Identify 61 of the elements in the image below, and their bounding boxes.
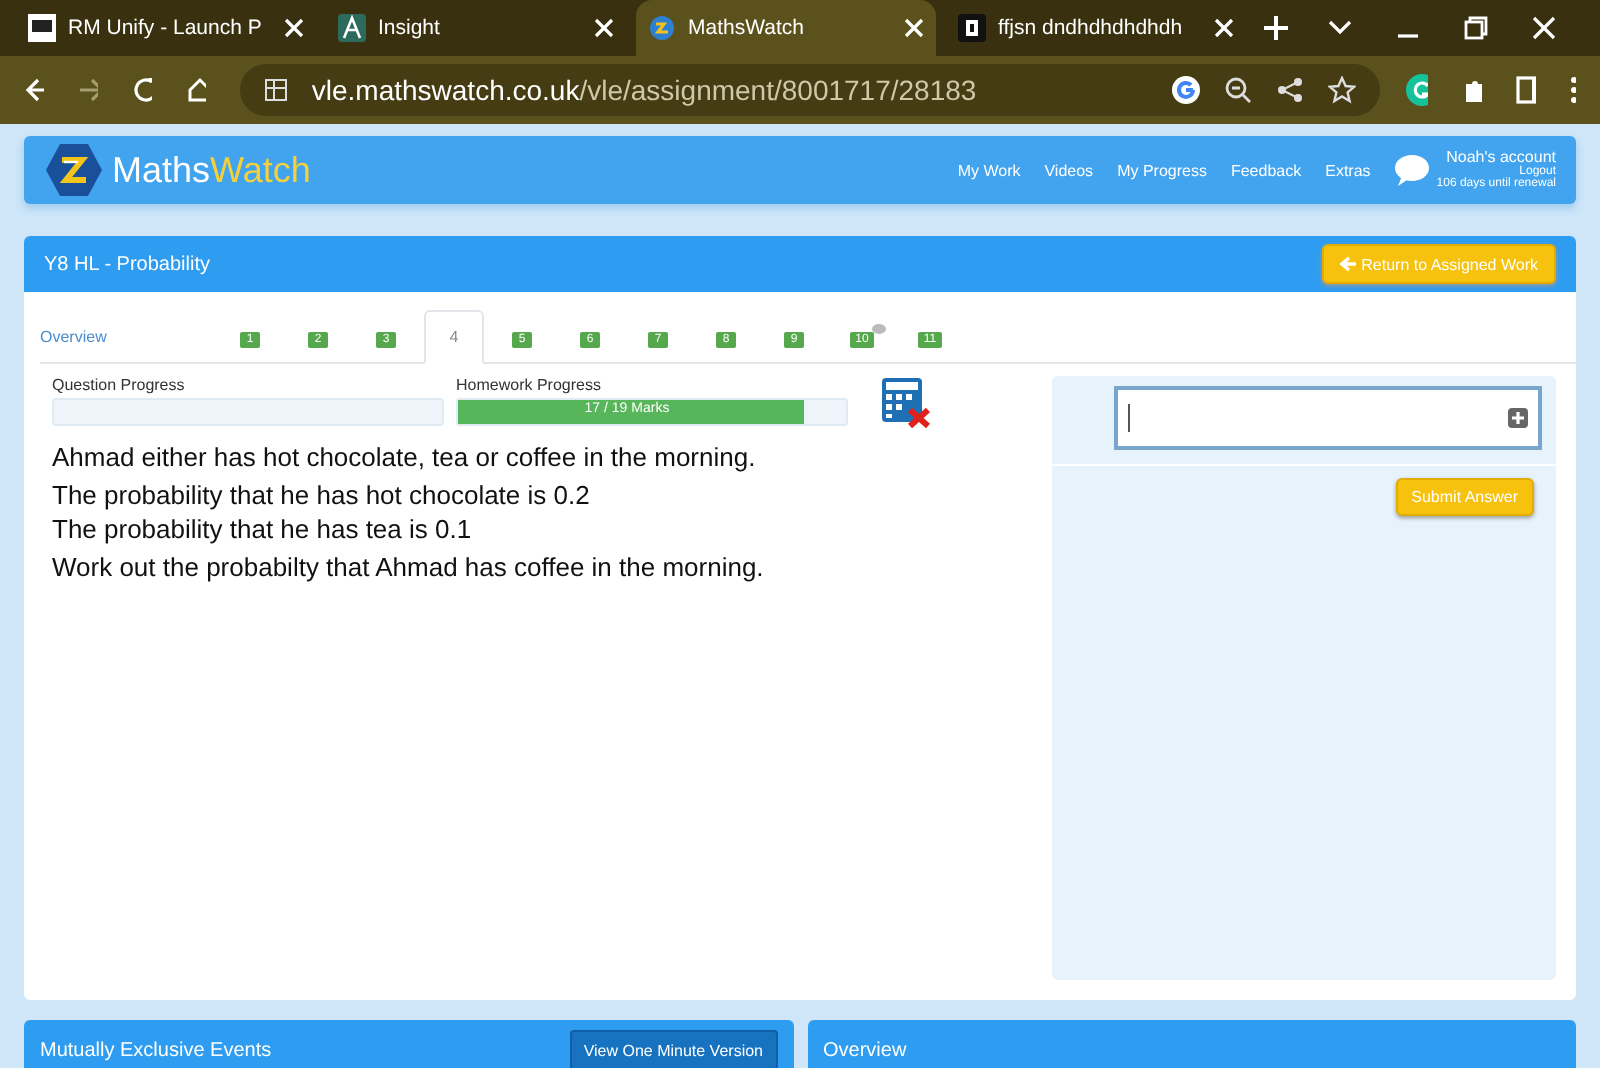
tab-title: Insight <box>378 16 442 40</box>
nav-link[interactable]: My Progress <box>1117 161 1207 179</box>
forward-arrow-icon[interactable] <box>77 76 98 104</box>
nav-link[interactable]: Feedback <box>1230 161 1302 179</box>
panel-title: Mutually Exclusive Events <box>40 1039 272 1061</box>
side-panel-icon[interactable] <box>1516 76 1537 104</box>
favicon-icon <box>28 14 56 42</box>
close-icon[interactable] <box>1214 18 1234 38</box>
close-icon[interactable] <box>594 18 614 38</box>
star-icon[interactable] <box>1327 76 1356 104</box>
tab-title: MathsWatch <box>688 16 806 40</box>
overview-tab[interactable]: Overview <box>40 312 107 362</box>
browser-tab[interactable]: RM Unify - Launch P <box>16 0 316 56</box>
panel-title: Overview <box>823 1039 907 1061</box>
left-arrow-icon <box>1339 256 1356 272</box>
return-button[interactable]: Return to Assigned Work <box>1321 244 1556 284</box>
nav-link[interactable]: Extras <box>1325 161 1371 179</box>
logo-text: MathsWatch <box>112 149 311 191</box>
close-icon[interactable] <box>904 18 924 38</box>
tab-title: RM Unify - Launch P <box>68 16 264 40</box>
browser-tab[interactable]: MathsWatch <box>636 0 936 56</box>
address-bar[interactable]: vle.mathswatch.co.uk/vle/assignment/8001717/28183 <box>239 64 1380 116</box>
calculator-icon[interactable] <box>880 376 932 428</box>
chevron-down-icon[interactable] <box>1328 20 1352 36</box>
nav-link[interactable]: Videos <box>1044 161 1094 179</box>
video-button[interactable]: View One Minute Version <box>569 1030 777 1068</box>
logo-icon <box>44 142 104 198</box>
zoom-out-icon[interactable] <box>1223 76 1252 104</box>
browser-tab[interactable]: Insight <box>326 0 626 56</box>
menu-icon[interactable] <box>1570 76 1577 104</box>
triangle-icon <box>338 14 366 42</box>
account-link[interactable]: Noah's account <box>1446 150 1556 166</box>
reload-icon[interactable] <box>131 76 152 104</box>
submit-button[interactable]: Submit Answer <box>1395 478 1534 516</box>
progress-label: Homework Progress <box>456 376 603 394</box>
question-text: The probability that he has tea is 0.1 <box>52 512 474 546</box>
question-text: The probability that he has hot chocolate is 0.2 <box>52 478 592 512</box>
nav-link[interactable]: My Work <box>957 161 1021 179</box>
site-info-icon[interactable] <box>263 78 288 102</box>
back-arrow-icon[interactable] <box>24 76 44 104</box>
browser-tab[interactable]: ffjsn dndhdhdhdhdh <box>946 0 1246 56</box>
tab-title: ffjsn dndhdhdhdhdh <box>998 16 1185 40</box>
close-icon[interactable] <box>1532 16 1556 40</box>
favicon-icon <box>648 14 676 42</box>
share-icon[interactable] <box>1275 76 1304 104</box>
speech-bubble-icon <box>1394 154 1431 186</box>
question-text: Work out the probabilty that Ahmad has coffee in the morning. <box>52 550 766 584</box>
restore-icon[interactable] <box>1464 16 1488 40</box>
favicon-icon <box>958 14 986 42</box>
home-icon[interactable] <box>185 76 206 104</box>
answer-field[interactable] <box>1114 386 1542 450</box>
grammarly-icon[interactable] <box>1405 74 1429 106</box>
question-tab[interactable]: 4 <box>423 310 485 364</box>
close-icon[interactable] <box>284 18 304 38</box>
plus-icon[interactable] <box>1508 408 1528 428</box>
new-tab-icon[interactable] <box>1264 16 1288 40</box>
progress-label: Question Progress <box>52 376 187 394</box>
assignment-title: Y8 HL - Probability <box>44 253 210 275</box>
question-text: Ahmad either has hot chocolate, tea or coffee in the morning. <box>52 440 758 474</box>
url-text: vle.mathswatch.co.uk/vle/assignment/8001717/28183 <box>311 74 977 106</box>
google-icon[interactable] <box>1171 76 1200 104</box>
